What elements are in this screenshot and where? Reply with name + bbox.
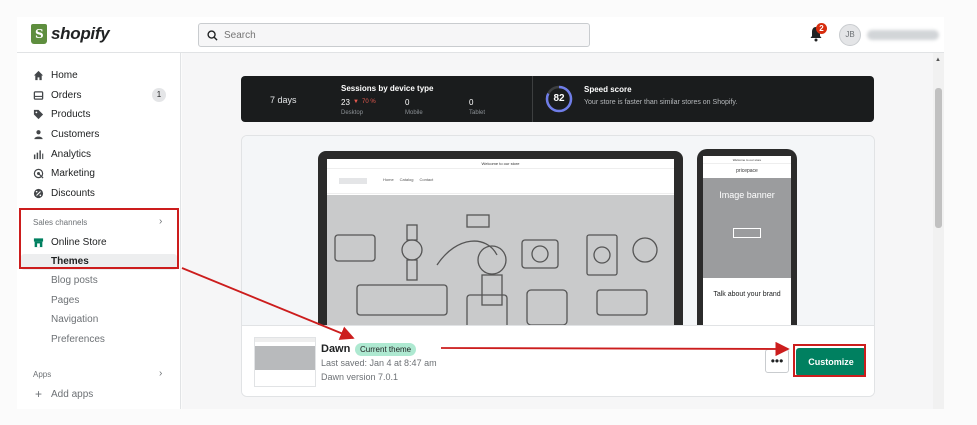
phone-store-name: pricepace bbox=[736, 168, 758, 174]
sidebar-item-label: Add apps bbox=[51, 388, 94, 400]
bar-chart-icon bbox=[33, 149, 44, 160]
sidebar-item-home[interactable]: Home bbox=[33, 67, 78, 83]
preview-nav-item: Home bbox=[383, 177, 394, 182]
desktop-preview: Welcome to our store Home Catalog Contac… bbox=[318, 151, 683, 331]
apps-label[interactable]: Apps bbox=[33, 370, 51, 379]
sidebar-subitem-pages[interactable]: Pages bbox=[51, 295, 79, 306]
sidebar-item-label: Customers bbox=[51, 128, 100, 140]
sidebar-item-products[interactable]: Products bbox=[33, 106, 90, 122]
stats-divider bbox=[532, 76, 533, 122]
theme-thumbnail bbox=[254, 337, 316, 387]
speed-score-value: 82 bbox=[553, 93, 565, 104]
speed-score-description: Your store is faster than similar stores… bbox=[584, 99, 738, 106]
avatar[interactable]: JB bbox=[839, 24, 861, 46]
sidebar-subitem-blog-posts[interactable]: Blog posts bbox=[51, 275, 98, 286]
tablet-label: Tablet bbox=[469, 110, 486, 116]
brand-name: shopify bbox=[51, 24, 110, 43]
theme-preview: Welcome to our store Home Catalog Contac… bbox=[242, 136, 874, 331]
target-icon bbox=[33, 168, 44, 179]
theme-name: Dawn bbox=[321, 343, 351, 355]
notification-badge: 2 bbox=[816, 23, 827, 34]
search-icon bbox=[207, 29, 218, 41]
sidebar-item-label: Discounts bbox=[51, 187, 95, 199]
orders-icon bbox=[33, 90, 44, 101]
preview-logo bbox=[339, 178, 367, 184]
current-theme-card: Welcome to our store Home Catalog Contac… bbox=[241, 135, 875, 397]
tablet-value: 0 bbox=[469, 98, 474, 107]
sidebar-item-discounts[interactable]: Discounts bbox=[33, 185, 95, 201]
search-input[interactable] bbox=[224, 29, 564, 41]
desktop-change-down-icon: ▼ bbox=[353, 99, 359, 105]
mobile-preview: Welcome to our store pricepace Image ban… bbox=[697, 149, 797, 329]
orders-count-badge: 1 bbox=[152, 88, 166, 102]
mobile-preview-screen: Welcome to our store pricepace Image ban… bbox=[703, 156, 791, 329]
main-scrollbar[interactable]: ▲ bbox=[933, 53, 944, 409]
thumbnail-hero bbox=[255, 346, 315, 370]
annotation-box-customize bbox=[793, 344, 866, 377]
current-theme-badge: Current theme bbox=[355, 343, 417, 356]
phone-hero-button bbox=[733, 228, 761, 238]
preview-nav-item: Contact bbox=[419, 177, 434, 182]
store-name-blurred[interactable] bbox=[867, 30, 939, 40]
sidebar-item-customers[interactable]: Customers bbox=[33, 126, 99, 142]
phone-hero-title: Image banner bbox=[719, 190, 775, 200]
mobile-label: Mobile bbox=[405, 110, 423, 116]
sidebar-subitem-preferences[interactable]: Preferences bbox=[51, 334, 105, 345]
preview-announcement: Welcome to our store bbox=[327, 159, 674, 169]
sessions-title: Sessions by device type bbox=[341, 84, 434, 93]
chevron-right-icon[interactable]: › bbox=[159, 368, 162, 379]
speed-score-title[interactable]: Speed score bbox=[584, 85, 632, 94]
more-actions-button[interactable]: ••• bbox=[765, 349, 789, 373]
store-stats-banner: 7 days Sessions by device type 23 ▼ 70 %… bbox=[241, 76, 874, 122]
preview-header: Home Catalog Contact bbox=[327, 169, 674, 194]
stats-period[interactable]: 7 days bbox=[270, 95, 297, 105]
desktop-label: Desktop bbox=[341, 110, 364, 116]
preview-hero-image bbox=[327, 195, 674, 331]
theme-last-saved: Last saved: Jan 4 at 8:47 am bbox=[321, 358, 437, 368]
sidebar-item-label: Analytics bbox=[51, 148, 92, 160]
accessories-illustration bbox=[334, 214, 658, 331]
phone-announcement: Welcome to our store bbox=[703, 156, 791, 164]
desktop-preview-screen: Welcome to our store Home Catalog Contac… bbox=[327, 159, 674, 331]
person-icon bbox=[33, 129, 44, 140]
sidebar-item-marketing[interactable]: Marketing bbox=[33, 165, 95, 181]
home-icon bbox=[33, 70, 44, 81]
mobile-value: 0 bbox=[405, 98, 410, 107]
desktop-change: 70 % bbox=[362, 99, 376, 105]
theme-version: Dawn version 7.0.1 bbox=[321, 372, 399, 382]
annotation-box-sales-channels bbox=[19, 208, 179, 269]
sidebar-item-analytics[interactable]: Analytics bbox=[33, 146, 91, 162]
sidebar-item-add-apps[interactable]: + Add apps bbox=[33, 386, 93, 402]
sidebar-item-orders[interactable]: Orders bbox=[33, 87, 82, 103]
sidebar-item-label: Orders bbox=[51, 89, 82, 101]
sidebar-item-label: Marketing bbox=[51, 167, 95, 179]
preview-nav-item: Catalog bbox=[399, 177, 414, 182]
theme-details-bar: Dawn Current theme Last saved: Jan 4 at … bbox=[242, 325, 874, 396]
top-bar: shopify 2 JB bbox=[17, 17, 944, 53]
desktop-value: 23 bbox=[341, 98, 350, 107]
plus-icon: + bbox=[34, 387, 42, 401]
sidebar-subitem-navigation[interactable]: Navigation bbox=[51, 314, 98, 325]
sidebar-item-label: Products bbox=[51, 108, 91, 120]
shopify-logo[interactable]: shopify bbox=[31, 24, 110, 44]
discount-icon bbox=[33, 188, 44, 199]
phone-talk-heading: Talk about your brand bbox=[713, 291, 781, 298]
tag-icon bbox=[33, 109, 44, 120]
scroll-up-arrow-icon[interactable]: ▲ bbox=[935, 57, 941, 63]
shopify-bag-icon bbox=[31, 24, 47, 44]
scroll-thumb[interactable] bbox=[935, 88, 942, 228]
search-bar[interactable] bbox=[198, 23, 590, 47]
sidebar-item-label: Home bbox=[51, 69, 78, 81]
preview-nav: Home Catalog Contact bbox=[383, 177, 433, 182]
